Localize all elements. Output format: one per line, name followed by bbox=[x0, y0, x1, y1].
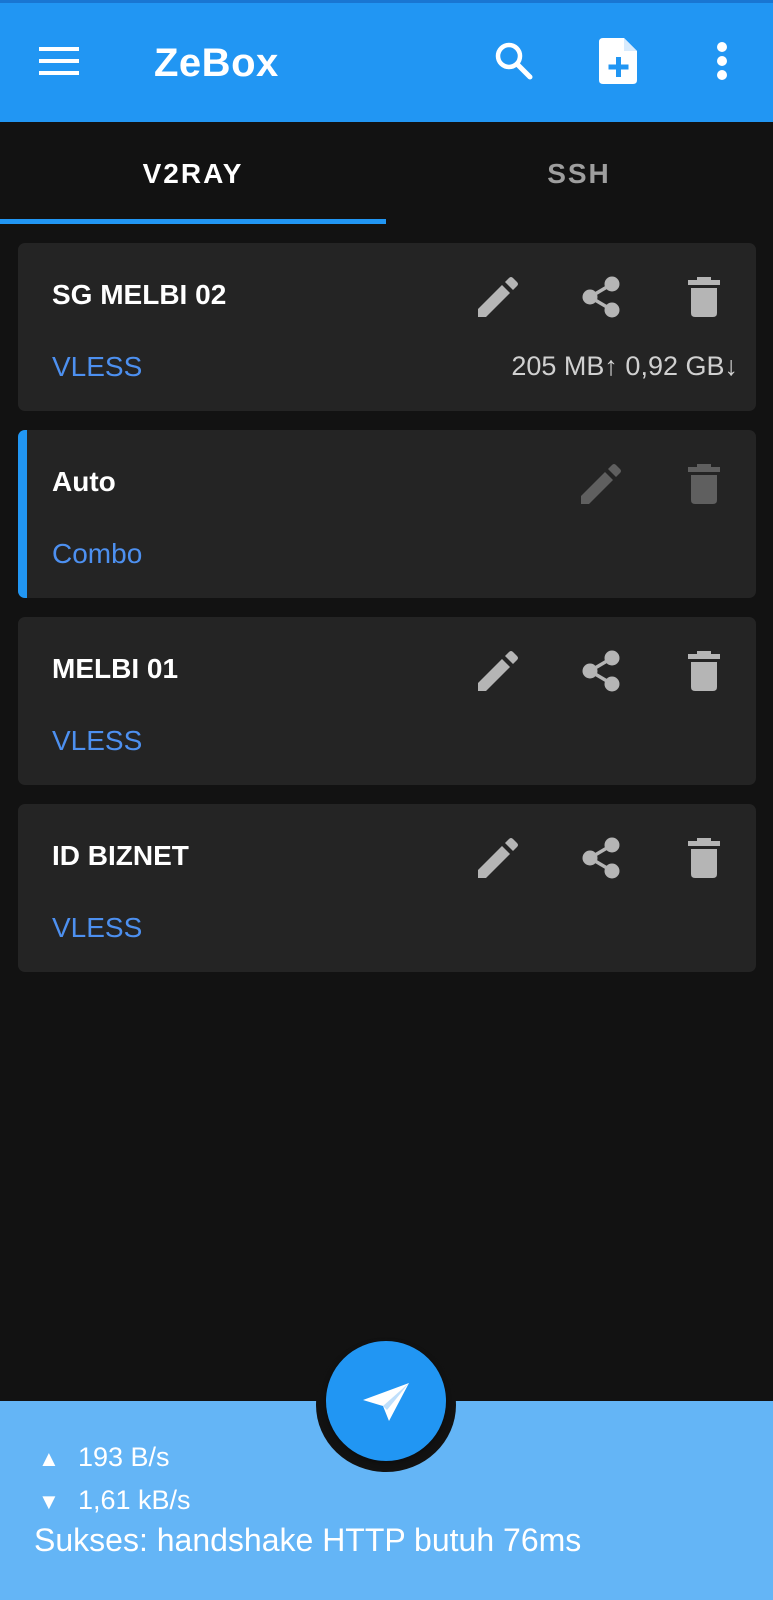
search-icon[interactable] bbox=[486, 33, 542, 89]
tab-bar: V2RAY SSH bbox=[0, 122, 773, 226]
status-message: Sukses: handshake HTTP butuh 76ms bbox=[34, 1522, 582, 1558]
edit-icon[interactable] bbox=[470, 830, 526, 886]
upload-speed: 193 B/s bbox=[78, 1442, 170, 1472]
share-icon[interactable] bbox=[573, 643, 629, 699]
profile-card[interactable]: Auto Combo bbox=[18, 430, 756, 598]
share-icon[interactable] bbox=[573, 269, 629, 325]
upload-arrow-icon: ▲ bbox=[38, 1446, 60, 1471]
delete-icon[interactable] bbox=[676, 456, 732, 512]
profile-name: Auto bbox=[52, 466, 116, 497]
upload-speed-row: ▲ 193 B/s bbox=[38, 1442, 170, 1473]
delete-icon[interactable] bbox=[676, 643, 732, 699]
add-file-icon[interactable] bbox=[590, 33, 646, 89]
delete-icon[interactable] bbox=[676, 830, 732, 886]
send-icon bbox=[363, 1383, 409, 1421]
profile-type: VLESS bbox=[52, 351, 143, 382]
edit-icon[interactable] bbox=[470, 269, 526, 325]
profile-name: ID BIZNET bbox=[52, 840, 189, 871]
app-title: ZeBox bbox=[154, 41, 279, 85]
profile-type: VLESS bbox=[52, 912, 143, 943]
profile-name: MELBI 01 bbox=[52, 653, 179, 684]
share-icon[interactable] bbox=[573, 830, 629, 886]
download-arrow-icon: ▼ bbox=[38, 1489, 60, 1514]
app-bar: ZeBox bbox=[0, 0, 773, 122]
traffic-stats: 205 MB↑ 0,92 GB↓ bbox=[511, 351, 738, 381]
download-speed-row: ▼ 1,61 kB/s bbox=[38, 1485, 191, 1516]
tab-ssh[interactable]: SSH bbox=[386, 122, 772, 226]
profile-card[interactable]: SG MELBI 02 VLESS 205 MB↑ 0,92 GB↓ bbox=[18, 243, 756, 411]
download-speed: 1,61 kB/s bbox=[78, 1485, 191, 1515]
edit-icon[interactable] bbox=[470, 643, 526, 699]
profile-card[interactable]: MELBI 01 VLESS bbox=[18, 617, 756, 785]
menu-icon[interactable] bbox=[31, 33, 87, 89]
connect-fab[interactable] bbox=[326, 1341, 446, 1461]
edit-icon[interactable] bbox=[573, 456, 629, 512]
profile-name: SG MELBI 02 bbox=[52, 279, 227, 310]
profile-type: Combo bbox=[52, 538, 143, 569]
tab-indicator bbox=[0, 219, 386, 224]
more-vert-icon[interactable] bbox=[694, 33, 750, 89]
profile-type: VLESS bbox=[52, 725, 143, 756]
tab-v2ray[interactable]: V2RAY bbox=[0, 122, 386, 226]
profile-card[interactable]: ID BIZNET VLESS bbox=[18, 804, 756, 972]
delete-icon[interactable] bbox=[676, 269, 732, 325]
